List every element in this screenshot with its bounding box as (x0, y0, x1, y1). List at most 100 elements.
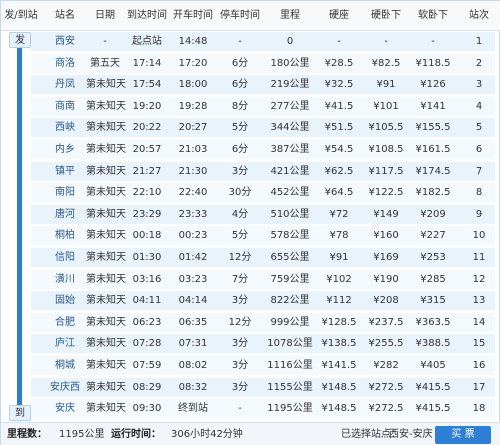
row-arrive-time: 20:22 (132, 122, 162, 134)
row-hard-seat-price: ¥64.5 (324, 187, 354, 199)
row-soft-sleeper-price: ¥209 (420, 208, 446, 220)
row-soft-sleeper-price: ¥315 (420, 295, 446, 307)
row-mileage: 1155公里 (267, 381, 313, 393)
row-hard-seat-price: ¥91 (329, 252, 349, 263)
row-hard-seat-price: - (337, 36, 341, 47)
table-row[interactable]: 庐江 第未知天 07:28 07:31 3分 1078公里 ¥138.5 ¥255.5 ¥388… (31, 334, 495, 355)
row-depart-time: 19:28 (178, 100, 208, 112)
buy-ticket-button[interactable]: 买 票 (435, 426, 491, 444)
row-stop-duration: 3分 (231, 295, 249, 307)
row-arrive-time: 00:18 (132, 230, 162, 242)
row-station: 商南 (55, 100, 75, 112)
row-station: 潢川 (55, 273, 75, 285)
row-depart-time: 17:20 (178, 57, 208, 69)
row-stop-duration: 12分 (228, 316, 252, 328)
row-depart-time: 00:23 (178, 230, 208, 242)
runtime-value: 306小时42分钟 (171, 429, 243, 440)
row-seq: 18 (472, 403, 486, 415)
row-seq: 16 (472, 360, 486, 371)
row-hard-seat-price: ¥148.5 (321, 403, 357, 415)
timetable-panel: 发/到站 站名 日期 到达时间 开车时间 停车时间 里程 硬座 硬卧下 软卧下 … (0, 0, 500, 445)
table-row[interactable]: 内乡 第未知天 20:57 21:03 6分 387公里 ¥54.5 ¥108.5 ¥161.5… (31, 140, 495, 160)
table-row[interactable]: 商南 第未知天 19:20 19:28 8分 277公里 ¥41.5 ¥101 ¥141 4 (31, 96, 495, 117)
row-hard-seat-price: ¥62.5 (324, 165, 354, 177)
table-row[interactable]: 西安 - 起点站 14:48 - 0 - - - 1 (31, 32, 495, 52)
table-row[interactable]: 桐柏 第未知天 00:18 00:23 5分 578公里 ¥78 ¥160 ¥227 10 (31, 226, 495, 247)
row-arrive-time: 09:30 (132, 403, 162, 415)
row-depart-time: 22:40 (178, 187, 208, 199)
table-row[interactable]: 镇平 第未知天 21:27 21:30 3分 421公里 ¥62.5 ¥117.5 ¥174.5… (31, 161, 495, 182)
row-stop-duration: 3分 (231, 165, 249, 177)
row-hard-sleeper-price: ¥255.5 (368, 338, 404, 350)
row-depart-time: 14:48 (178, 36, 208, 47)
row-mileage: 510公里 (270, 208, 310, 220)
table-row[interactable]: 安庆 第未知天 09:30 终到站 - 1195公里 ¥148.5 ¥272.5 ¥415.5 1… (31, 399, 495, 420)
row-soft-sleeper-price: ¥285 (420, 273, 446, 285)
header-date: 日期 (95, 10, 115, 21)
row-hard-sleeper-price: ¥117.5 (368, 165, 404, 177)
row-seq: 6 (475, 144, 483, 155)
row-stop-duration: 6分 (231, 144, 249, 155)
table-row[interactable]: 商洛 第五天 17:14 17:20 6分 180公里 ¥28.5 ¥82.5 ¥118.5 2 (31, 53, 495, 74)
row-stop-duration: - (238, 36, 242, 47)
row-mileage: 387公里 (270, 144, 310, 155)
row-soft-sleeper-price: ¥415.5 (415, 403, 451, 415)
row-stop-duration: 3分 (231, 360, 249, 371)
row-station: 桐城 (55, 360, 75, 371)
row-mileage: 759公里 (270, 273, 310, 285)
row-date: 第未知天 (86, 295, 126, 307)
row-arrive-time: 03:16 (132, 273, 162, 285)
row-date: 第未知天 (86, 403, 126, 415)
row-hard-sleeper-price: ¥108.5 (368, 144, 404, 155)
row-date: 第未知天 (86, 122, 126, 134)
table-row[interactable]: 桐城 第未知天 07:59 08:02 3分 1116公里 ¥141.5 ¥282 ¥405 16 (31, 356, 495, 376)
table-row[interactable]: 合肥 第未知天 06:23 06:35 12分 999公里 ¥128.5 ¥237.5 ¥363… (31, 312, 495, 333)
table-row[interactable]: 丹凤 第未知天 17:54 18:00 6分 219公里 ¥32.5 ¥91 ¥126 3 (31, 75, 495, 96)
row-hard-seat-price: ¥112 (326, 295, 352, 307)
table-row[interactable]: 西峡 第未知天 20:22 20:27 5分 344公里 ¥51.5 ¥105.5 ¥155.5… (31, 118, 495, 139)
row-seq: 12 (472, 273, 486, 285)
row-soft-sleeper-price: ¥161.5 (415, 144, 451, 155)
table-row[interactable]: 固始 第未知天 04:11 04:14 3分 822公里 ¥112 ¥208 ¥315 13 (31, 291, 495, 312)
row-station: 信阳 (55, 252, 75, 263)
row-hard-seat-price: ¥128.5 (321, 316, 357, 328)
runtime-label: 运行时间： (111, 429, 161, 440)
row-depart-time: 04:14 (178, 295, 208, 307)
row-soft-sleeper-price: ¥363.5 (415, 316, 451, 328)
row-soft-sleeper-price: ¥126 (420, 79, 446, 91)
table-row[interactable]: 安庆西 第未知天 08:29 08:32 3分 1155公里 ¥148.5 ¥272.5 ¥41… (31, 377, 495, 398)
row-stop-duration: 30分 (228, 187, 252, 199)
row-hard-sleeper-price: ¥169 (373, 252, 399, 263)
row-hard-sleeper-price: ¥101 (373, 100, 399, 112)
table-row[interactable]: 南阳 第未知天 22:10 22:40 30分 452公里 ¥64.5 ¥122.5 ¥182.… (31, 183, 495, 204)
header-mileage: 里程 (280, 10, 300, 21)
row-arrive-time: 21:27 (132, 165, 162, 177)
row-soft-sleeper-price: ¥227 (420, 230, 446, 242)
row-arrive-time: 04:11 (132, 295, 162, 307)
header-seq: 站次 (469, 10, 489, 21)
row-seq: 14 (472, 316, 486, 328)
table-row[interactable]: 唐河 第未知天 23:29 23:33 4分 510公里 ¥72 ¥149 ¥209 9 (31, 204, 495, 225)
row-mileage: 655公里 (270, 252, 310, 263)
row-seq: 10 (472, 230, 486, 242)
row-date: 第五天 (90, 57, 120, 69)
row-stop-duration: 5分 (231, 230, 249, 242)
row-hard-seat-price: ¥72 (329, 208, 349, 220)
row-mileage: 1195公里 (267, 403, 313, 415)
header-station: 站名 (55, 10, 75, 21)
row-hard-sleeper-price: ¥91 (376, 79, 396, 91)
row-soft-sleeper-price: ¥118.5 (415, 57, 451, 69)
row-arrive-time: 17:14 (132, 57, 162, 69)
row-depart-time: 21:30 (178, 165, 208, 177)
row-soft-sleeper-price: ¥141 (420, 100, 446, 112)
table-header: 发/到站 站名 日期 到达时间 开车时间 停车时间 里程 硬座 硬卧下 软卧下 … (1, 1, 500, 31)
table-row[interactable]: 潢川 第未知天 03:16 03:23 7分 759公里 ¥102 ¥190 ¥285 12 (31, 269, 495, 290)
row-seq: 17 (472, 381, 486, 393)
row-date: 第未知天 (86, 165, 126, 177)
row-date: 第未知天 (86, 360, 126, 371)
row-hard-seat-price: ¥141.5 (321, 360, 357, 371)
row-hard-seat-price: ¥148.5 (321, 381, 357, 393)
table-row[interactable]: 信阳 第未知天 01:30 01:42 12分 655公里 ¥91 ¥169 ¥253 11 (31, 248, 495, 268)
row-stop-duration: 6分 (231, 57, 249, 69)
row-station: 西安 (55, 36, 75, 47)
